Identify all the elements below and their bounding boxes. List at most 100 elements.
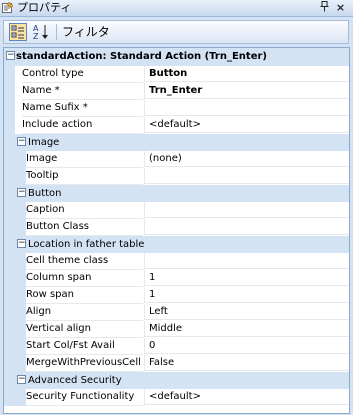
property-value[interactable]: (none) (144, 151, 349, 167)
property-value[interactable]: 0 (144, 338, 349, 354)
row-indent (15, 355, 26, 372)
row-gutter (4, 355, 15, 372)
row-gutter (4, 185, 15, 202)
property-row[interactable]: Name * Trn_Enter (4, 83, 349, 100)
row-gutter (4, 100, 15, 117)
category-label: Button (28, 188, 62, 199)
row-indent (15, 151, 26, 168)
property-name[interactable]: Tooltip (26, 168, 143, 185)
property-row[interactable]: Align Left (4, 304, 349, 321)
property-name[interactable]: Row span (26, 287, 143, 304)
property-row[interactable]: Cell theme class (4, 253, 349, 270)
property-name[interactable]: Include action (22, 117, 143, 134)
row-gutter (4, 134, 15, 151)
row-gutter (4, 372, 15, 389)
category-row[interactable]: − Button (4, 185, 349, 202)
filter-button[interactable]: フィルタ (62, 24, 110, 40)
property-row[interactable]: Control type Button (4, 66, 349, 83)
row-indent (15, 202, 26, 219)
property-row[interactable]: Caption (4, 202, 349, 219)
row-gutter (4, 253, 15, 270)
row-gutter (4, 151, 15, 168)
property-row[interactable]: Start Col/Fst Avail 0 (4, 338, 349, 355)
category-label: Location in father table (28, 239, 145, 250)
category-row[interactable]: − Image (4, 134, 349, 151)
property-name[interactable]: Button Class (26, 219, 143, 236)
window-title: プロパティ (17, 1, 72, 14)
property-value[interactable]: Left (144, 304, 349, 320)
row-indent (15, 287, 26, 304)
row-gutter (4, 236, 15, 253)
property-value[interactable]: Middle (144, 321, 349, 337)
property-value[interactable]: Button (144, 66, 349, 82)
property-name[interactable]: Control type (22, 66, 143, 83)
property-value[interactable] (144, 253, 349, 269)
property-name[interactable]: Column span (26, 270, 143, 287)
property-value[interactable]: <default> (144, 389, 349, 405)
collapse-icon[interactable]: − (17, 239, 26, 248)
property-row[interactable]: Vertical align Middle (4, 321, 349, 338)
close-icon[interactable]: × (334, 1, 347, 14)
pin-icon[interactable] (318, 1, 331, 14)
property-name[interactable]: Security Functionality (26, 389, 143, 406)
row-gutter (4, 66, 15, 83)
row-gutter (4, 83, 15, 100)
property-value[interactable] (144, 202, 349, 218)
categorized-icon (11, 25, 24, 39)
property-row[interactable]: Button Class (4, 219, 349, 236)
row-indent (15, 321, 26, 338)
property-value[interactable]: 1 (144, 270, 349, 286)
property-row[interactable]: Row span 1 (4, 287, 349, 304)
row-gutter (4, 219, 15, 236)
property-name[interactable]: Start Col/Fst Avail (26, 338, 143, 355)
window-title-bar: プロパティ × (0, 0, 353, 17)
property-name[interactable]: Name Sufix * (22, 100, 143, 117)
properties-window-icon (2, 2, 14, 13)
property-row[interactable]: Image (none) (4, 151, 349, 168)
property-row[interactable]: MergeWithPreviousCell False (4, 355, 349, 372)
row-gutter (4, 389, 15, 406)
property-value[interactable]: 1 (144, 287, 349, 303)
toolbar-separator (56, 24, 57, 40)
collapse-icon[interactable]: − (17, 375, 26, 384)
row-indent (15, 219, 26, 236)
row-gutter (4, 168, 15, 185)
category-label: Advanced Security (28, 375, 122, 386)
property-name[interactable]: Image (26, 151, 143, 168)
collapse-icon[interactable]: − (17, 137, 26, 146)
property-name[interactable]: Cell theme class (26, 253, 143, 270)
row-indent (15, 304, 26, 321)
category-row[interactable]: − Advanced Security (4, 372, 349, 389)
row-indent (15, 338, 26, 355)
category-row[interactable]: − Location in father table (4, 236, 349, 253)
property-name[interactable]: Caption (26, 202, 143, 219)
category-label: Image (28, 137, 60, 148)
property-row[interactable]: Name Sufix * (4, 100, 349, 117)
categorized-view-button[interactable] (9, 23, 27, 41)
property-name[interactable]: Vertical align (26, 321, 143, 338)
row-indent (15, 253, 26, 270)
property-row[interactable]: Include action <default> (4, 117, 349, 134)
property-row[interactable]: Security Functionality <default> (4, 389, 349, 406)
property-name[interactable]: Name * (22, 83, 143, 100)
property-name[interactable]: MergeWithPreviousCell (26, 355, 143, 372)
property-value[interactable] (144, 168, 349, 184)
object-header-row[interactable]: − standardAction: Standard Action (Trn_E… (4, 48, 349, 66)
property-value[interactable] (144, 219, 349, 235)
row-gutter (4, 321, 15, 338)
property-toolbar: A Z フィルタ (3, 20, 349, 44)
collapse-icon[interactable]: − (17, 188, 26, 197)
row-indent (15, 389, 26, 406)
property-value[interactable]: Trn_Enter (144, 83, 349, 99)
property-name[interactable]: Align (26, 304, 143, 321)
alphabetical-view-button[interactable]: A Z (31, 23, 51, 41)
property-row[interactable]: Tooltip (4, 168, 349, 185)
property-value[interactable] (144, 100, 349, 116)
row-gutter (4, 287, 15, 304)
property-value[interactable]: False (144, 355, 349, 371)
row-gutter (4, 117, 15, 134)
property-row[interactable]: Column span 1 (4, 270, 349, 287)
property-value[interactable]: <default> (144, 117, 349, 133)
property-grid: − standardAction: Standard Action (Trn_E… (3, 47, 350, 414)
collapse-icon[interactable]: − (6, 51, 15, 60)
